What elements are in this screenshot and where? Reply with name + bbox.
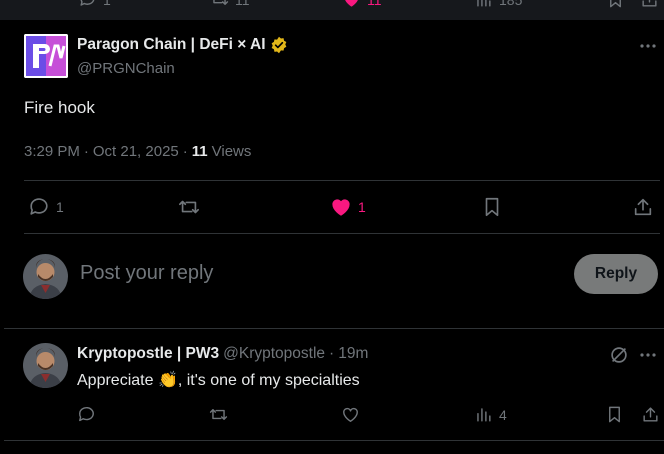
like-icon xyxy=(343,407,358,422)
tweet-timestamp: 3:29 PM · Oct 21, 2025 · 11 Views xyxy=(24,143,251,160)
separator: · xyxy=(329,345,335,362)
grok-button[interactable] xyxy=(608,344,630,366)
bookmark-button[interactable] xyxy=(481,196,503,218)
repost-icon xyxy=(179,200,199,214)
verified-icon[interactable] xyxy=(270,36,288,54)
reply-button[interactable]: 1 xyxy=(28,196,64,218)
reply-icon xyxy=(80,0,95,6)
reply-time[interactable]: 19m xyxy=(338,345,368,363)
views-button[interactable]: 185 xyxy=(474,0,522,9)
previous-tweet-actions: 1 11 11 185 xyxy=(0,0,664,20)
grok-icon xyxy=(611,347,627,363)
tweet-display-name[interactable]: Paragon Chain | DeFi × AI xyxy=(77,36,266,54)
reply-icon xyxy=(79,406,94,422)
tweet-text: Fire hook xyxy=(24,98,95,117)
reply-text: Appreciate 👏, it's one of my specialties xyxy=(77,372,360,389)
reply-button-label: Reply xyxy=(594,265,638,282)
reply-input-placeholder: Post your reply xyxy=(80,262,214,284)
reply-icon xyxy=(30,198,48,215)
bookmark-button[interactable] xyxy=(605,405,624,424)
tweet-time[interactable]: 3:29 PM xyxy=(24,143,80,160)
bookmark-icon xyxy=(609,406,620,423)
divider xyxy=(24,180,660,181)
bookmark-icon xyxy=(610,0,621,8)
tweet-date[interactable]: Oct 21, 2025 xyxy=(93,143,179,160)
reply-header: Kryptopostle | PW3 @Kryptopostle · 19m xyxy=(77,345,368,363)
reply-submit-button[interactable]: Reply xyxy=(574,254,658,294)
tweet-handle[interactable]: @PRGNChain xyxy=(77,60,175,77)
like-button[interactable] xyxy=(341,405,360,424)
reply-input[interactable]: Post your reply xyxy=(80,262,550,288)
views-button[interactable]: 4 xyxy=(474,405,507,424)
repost-button[interactable]: 11 xyxy=(210,0,250,9)
share-button[interactable] xyxy=(640,0,659,9)
more-icon xyxy=(640,44,656,48)
divider xyxy=(24,233,660,234)
views-icon xyxy=(477,0,491,7)
divider xyxy=(4,328,664,329)
views-icon xyxy=(477,408,491,422)
paragon-logo xyxy=(24,34,68,78)
bookmark-button[interactable] xyxy=(606,0,625,9)
like-icon xyxy=(345,0,358,7)
reply-handle[interactable]: @Kryptopostle xyxy=(223,345,325,363)
repost-icon xyxy=(209,409,228,420)
tweet-avatar[interactable] xyxy=(24,34,68,78)
reply-avatar[interactable] xyxy=(23,343,68,388)
like-button[interactable]: 1 xyxy=(330,196,366,218)
reply-button[interactable]: 1 xyxy=(78,0,111,9)
views-label: Views xyxy=(211,143,252,160)
more-button[interactable] xyxy=(636,36,660,56)
views-count: 11 xyxy=(191,143,208,160)
separator: · xyxy=(83,143,89,160)
reply-button[interactable] xyxy=(77,405,96,424)
share-icon xyxy=(642,0,657,7)
bookmark-icon xyxy=(485,197,499,217)
more-icon xyxy=(640,353,656,357)
like-count: 1 xyxy=(358,199,366,215)
repost-icon xyxy=(213,0,229,5)
reply-display-name[interactable]: Kryptopostle | PW3 xyxy=(77,345,219,363)
reply-count: 1 xyxy=(56,199,64,215)
share-icon xyxy=(643,407,658,422)
views-count: 4 xyxy=(499,406,507,423)
repost-button[interactable] xyxy=(178,196,200,218)
share-button[interactable] xyxy=(641,405,660,424)
reply-more-button[interactable] xyxy=(636,345,660,365)
avatar xyxy=(23,254,68,299)
share-button[interactable] xyxy=(632,196,654,218)
share-icon xyxy=(634,198,652,216)
avatar xyxy=(23,343,68,388)
like-button[interactable]: 11 xyxy=(342,0,382,9)
repost-button[interactable] xyxy=(209,405,228,424)
like-icon xyxy=(332,199,350,216)
divider xyxy=(4,440,664,441)
separator: · xyxy=(182,143,188,160)
composer-avatar[interactable] xyxy=(23,254,68,299)
